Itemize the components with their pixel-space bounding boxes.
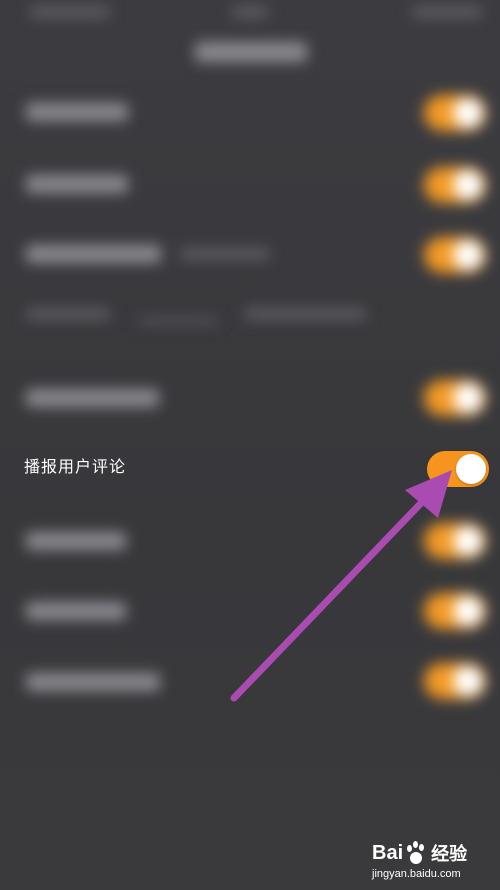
row-label — [26, 673, 160, 691]
row-option — [244, 308, 366, 320]
row-option — [26, 308, 110, 320]
watermark-url: jingyan.baidu.com — [372, 868, 461, 880]
baidu-jingyan-watermark: Bai 经验 jingyan.baidu.com — [370, 838, 490, 886]
status-bar-center — [232, 6, 268, 18]
toggle-knob — [456, 454, 486, 484]
toggle-switch[interactable] — [424, 237, 486, 273]
toggle-switch[interactable] — [424, 380, 486, 416]
nav-title — [195, 42, 307, 62]
row-label — [26, 602, 126, 620]
status-bar-left — [30, 6, 110, 18]
settings-screen: 播报用户评论 Bai 经验 jingyan.baidu.com — [0, 0, 500, 890]
row-label — [26, 103, 128, 121]
row-label — [26, 532, 126, 550]
toggle-switch[interactable] — [424, 523, 486, 559]
row-sublabel — [180, 248, 270, 260]
row-label — [26, 389, 159, 407]
toggle-switch[interactable] — [424, 663, 486, 699]
toggle-switch[interactable] — [424, 593, 486, 629]
toggle-switch[interactable] — [424, 167, 486, 203]
row-label — [26, 245, 161, 263]
baidu-paw-icon — [405, 841, 427, 865]
setting-label-broadcast-comments: 播报用户评论 — [24, 459, 127, 476]
watermark-logo: Bai 经验 — [372, 838, 467, 868]
row-option — [138, 318, 218, 324]
toggle-switch[interactable] — [424, 95, 486, 131]
status-bar-right — [412, 6, 482, 18]
broadcast-comments-toggle[interactable] — [427, 451, 489, 487]
watermark-brand-cn: 经验 — [431, 844, 468, 864]
watermark-brand: Bai — [372, 841, 404, 864]
arrow-annotation-icon — [230, 470, 452, 702]
row-label — [26, 175, 128, 193]
